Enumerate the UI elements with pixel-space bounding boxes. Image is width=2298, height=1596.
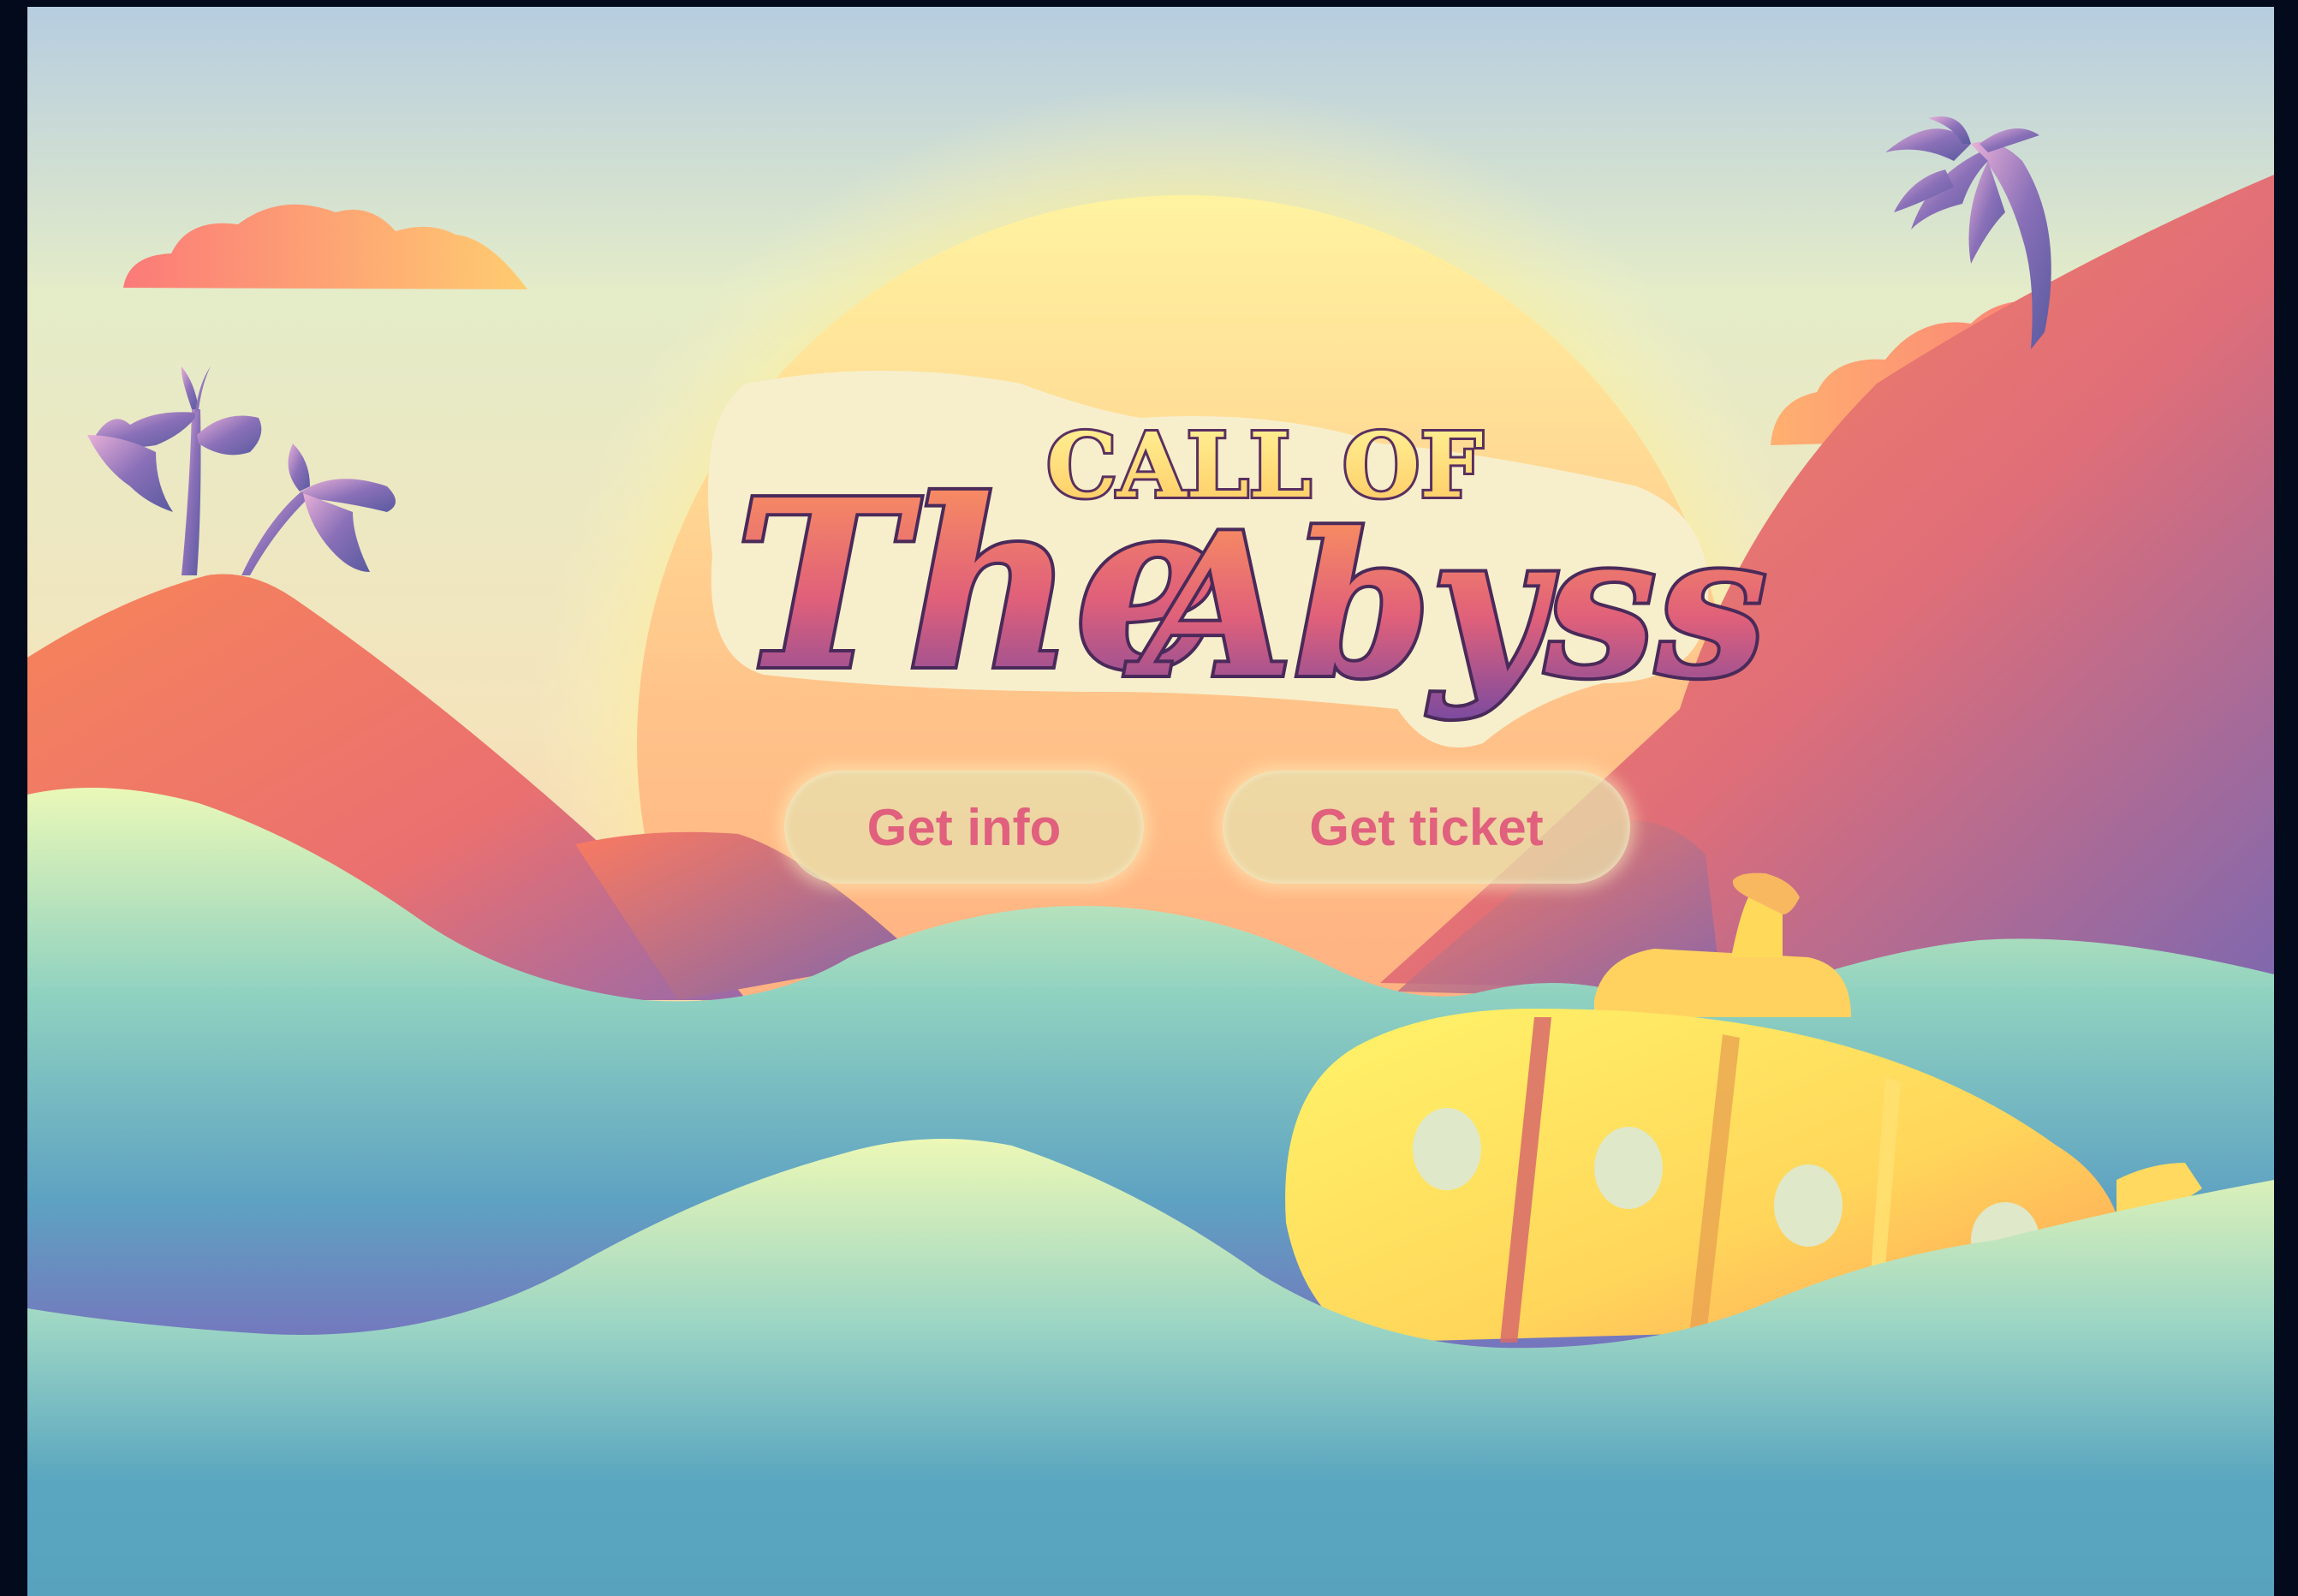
- title-abyss: Abyss: [1125, 491, 1767, 722]
- get-info-button[interactable]: Get info: [784, 771, 1144, 884]
- get-ticket-button[interactable]: Get ticket: [1223, 771, 1630, 884]
- cta-buttons: Get info Get ticket: [27, 771, 2274, 890]
- game-splash-screen: CALL OF The Abyss Get info Get ticket: [27, 7, 2274, 1596]
